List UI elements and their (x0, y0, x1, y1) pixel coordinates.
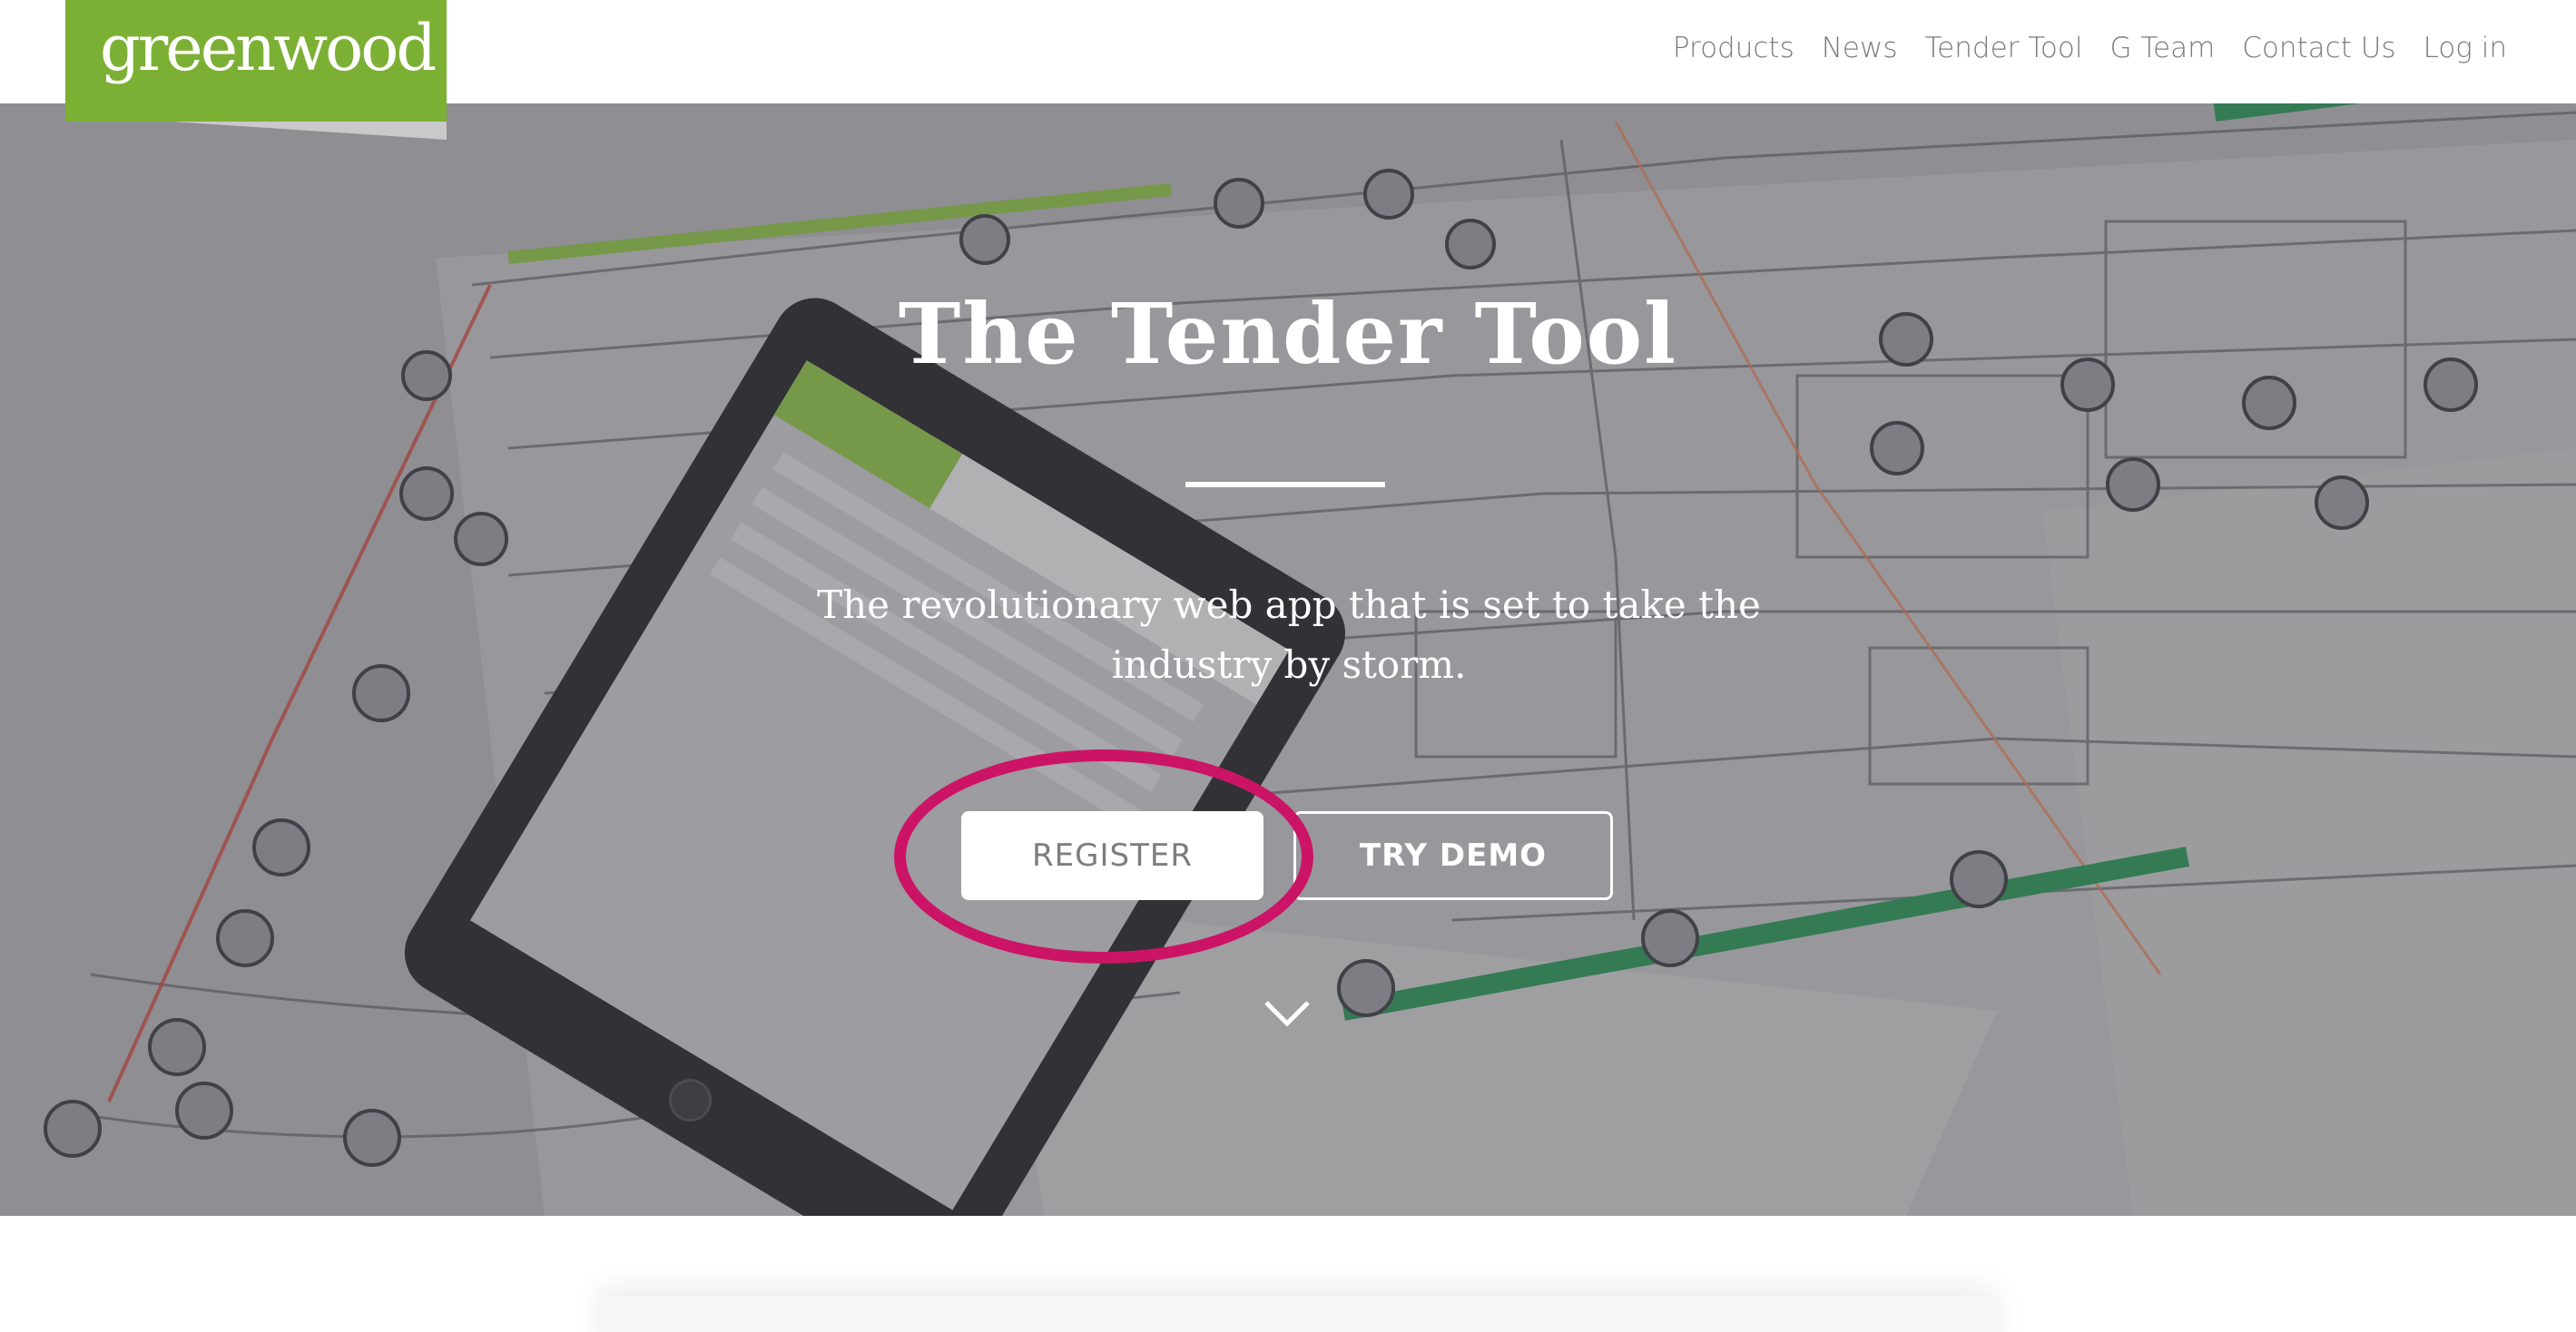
register-button[interactable]: REGISTER (961, 811, 1263, 900)
logo-badge: greenwood (65, 0, 447, 122)
chevron-down-icon[interactable] (1263, 1000, 1311, 1027)
site-header: greenwood Products News Tender Tool G Te… (0, 0, 2576, 140)
nav-log-in[interactable]: Log in (2424, 25, 2507, 71)
nav-news[interactable]: News (1822, 25, 1898, 71)
logo[interactable]: greenwood (65, 0, 447, 140)
content-card (599, 1296, 1997, 1332)
title-divider (1185, 482, 1385, 487)
main-nav: Products News Tender Tool G Team Contact… (1673, 25, 2507, 71)
hero-title: The Tender Tool (898, 285, 1678, 383)
try-demo-button[interactable]: TRY DEMO (1293, 811, 1613, 900)
nav-products[interactable]: Products (1673, 25, 1794, 71)
logo-text: greenwood (100, 11, 437, 85)
hero-section: The Tender Tool The revolutionary web ap… (0, 103, 2576, 1216)
nav-tender-tool[interactable]: Tender Tool (1925, 25, 2083, 71)
nav-g-team[interactable]: G Team (2109, 25, 2215, 71)
nav-contact-us[interactable]: Contact Us (2242, 25, 2395, 71)
hero-subtitle: The revolutionary web app that is set to… (817, 583, 1761, 687)
